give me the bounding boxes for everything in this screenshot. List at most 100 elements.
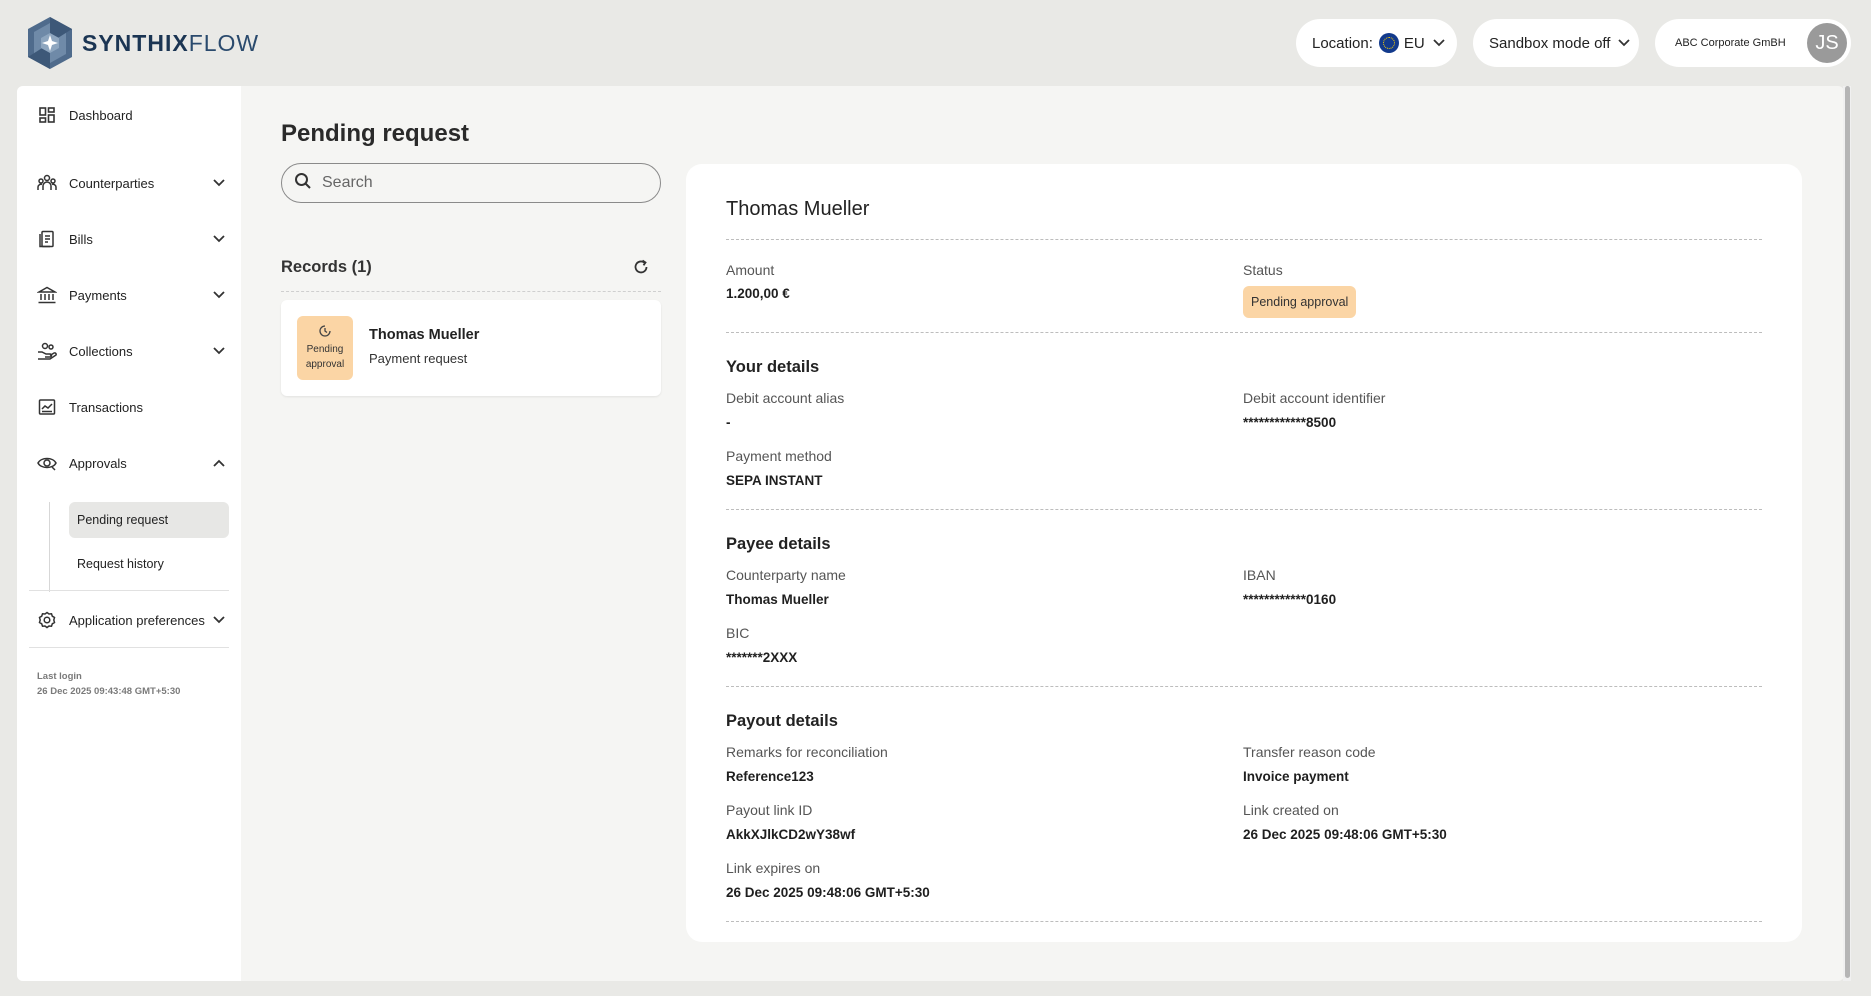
payment-method-label: Payment method xyxy=(726,448,832,464)
amount-label: Amount xyxy=(726,262,775,278)
chevron-down-icon xyxy=(213,175,225,190)
record-type: Payment request xyxy=(369,351,468,366)
divider xyxy=(726,332,1762,333)
remarks-label: Remarks for reconciliation xyxy=(726,744,888,760)
link-created-label: Link created on xyxy=(1243,802,1339,818)
sidebar-item-approvals[interactable]: Approvals xyxy=(29,443,229,483)
payee-details-title: Payee details xyxy=(726,535,831,553)
sidebar-subitem-pending-request[interactable]: Pending request xyxy=(69,502,229,538)
last-login: Last login 26 Dec 2025 09:43:48 GMT+5:30 xyxy=(37,669,180,699)
chevron-down-icon xyxy=(213,287,225,302)
remarks-value: Reference123 xyxy=(726,769,814,784)
counterparty-label: Counterparty name xyxy=(726,567,846,583)
main-shell: Dashboard Counterparties Bills Payments xyxy=(17,86,1844,981)
brand-name-bold: SYNTHIX xyxy=(82,29,189,56)
debit-alias-value: - xyxy=(726,415,731,430)
divider xyxy=(726,686,1762,687)
sandbox-mode-selector[interactable]: Sandbox mode off xyxy=(1473,19,1639,67)
location-value: EU xyxy=(1403,34,1425,52)
link-expires-label: Link expires on xyxy=(726,860,821,876)
records-divider xyxy=(281,291,661,292)
link-expires-value: 26 Dec 2025 09:48:06 GMT+5:30 xyxy=(726,885,930,900)
search-box[interactable] xyxy=(281,163,661,203)
counterparty-value: Thomas Mueller xyxy=(726,592,829,607)
sidebar-item-label: Counterparties xyxy=(69,175,155,191)
bill-icon xyxy=(37,229,57,249)
chevron-down-icon xyxy=(1433,39,1445,47)
scrollbar-thumb[interactable] xyxy=(1845,86,1850,978)
sidebar-item-transactions[interactable]: Transactions xyxy=(29,387,229,427)
sidebar-item-label: Collections xyxy=(69,343,133,359)
last-login-label: Last login xyxy=(37,671,82,682)
sidebar-item-counterparties[interactable]: Counterparties xyxy=(29,163,229,203)
debit-id-value: ************8500 xyxy=(1243,415,1337,430)
chevron-down-icon xyxy=(213,343,225,358)
last-login-value: 26 Dec 2025 09:43:48 GMT+5:30 xyxy=(37,686,181,697)
detail-panel: Thomas Mueller Amount 1.200,00 € Status … xyxy=(686,164,1802,942)
sidebar-item-collections[interactable]: Collections xyxy=(29,331,229,371)
record-name: Thomas Mueller xyxy=(369,327,480,343)
sidebar-item-bills[interactable]: Bills xyxy=(29,219,229,259)
divider xyxy=(726,509,1762,510)
reason-label: Transfer reason code xyxy=(1243,744,1376,760)
dashboard-icon xyxy=(37,105,57,125)
eu-flag-icon xyxy=(1378,33,1399,53)
sidebar-item-label: Transactions xyxy=(69,399,143,415)
status-badge: Pending approval xyxy=(297,316,353,380)
link-created-value: 26 Dec 2025 09:48:06 GMT+5:30 xyxy=(1243,827,1447,842)
status-line-1: Pending xyxy=(306,344,344,355)
iban-label: IBAN xyxy=(1243,567,1276,583)
your-details-title: Your details xyxy=(726,358,820,376)
eye-icon xyxy=(37,453,57,473)
payout-link-id-value: AkkXJlkCD2wY38wf xyxy=(726,827,856,842)
sidebar-item-application-preferences[interactable]: Application preferences xyxy=(29,600,229,640)
divider xyxy=(726,921,1762,922)
bic-value: *******2XXX xyxy=(726,650,798,665)
debit-alias-label: Debit account alias xyxy=(726,390,845,406)
sidebar-subitem-request-history[interactable]: Request history xyxy=(69,546,229,582)
sidebar-item-label: Bills xyxy=(69,231,93,247)
payment-method-value: SEPA INSTANT xyxy=(726,473,823,488)
brand-name-light: FLOW xyxy=(188,29,260,56)
brand-logo[interactable]: SYNTHIXFLOW xyxy=(24,14,259,72)
status-badge: Pending approval xyxy=(1243,286,1357,318)
sidebar-item-label: Payments xyxy=(69,287,127,303)
sidebar-item-payments[interactable]: Payments xyxy=(29,275,229,315)
list-item[interactable]: Pending approval Thomas Mueller Payment … xyxy=(281,300,661,396)
divider xyxy=(726,239,1762,240)
logo-icon xyxy=(28,17,72,69)
location-label: Location: xyxy=(1312,34,1373,52)
chevron-up-icon xyxy=(213,455,225,470)
records-title: Records (1) xyxy=(281,257,372,276)
page-title: Pending request xyxy=(281,120,470,147)
search-input[interactable] xyxy=(322,174,642,192)
sidebar-divider xyxy=(29,590,229,591)
sidebar-item-label: Approvals xyxy=(69,455,127,471)
sidebar: Dashboard Counterparties Bills Payments xyxy=(17,86,241,981)
people-icon xyxy=(37,173,57,193)
search-icon xyxy=(294,172,312,195)
user-menu[interactable]: ABC Corporate GmBH JS xyxy=(1655,19,1851,67)
amount-value: 1.200,00 € xyxy=(726,286,790,301)
payout-details-title: Payout details xyxy=(726,712,838,730)
chevron-down-icon xyxy=(1618,39,1631,47)
refresh-icon[interactable] xyxy=(633,259,649,275)
sidebar-item-dashboard[interactable]: Dashboard xyxy=(29,95,229,135)
company-name: ABC Corporate GmBH xyxy=(1675,37,1786,49)
bic-label: BIC xyxy=(726,625,750,641)
sidebar-item-label: Dashboard xyxy=(69,107,133,123)
debit-id-label: Debit account identifier xyxy=(1243,390,1386,406)
clock-icon xyxy=(318,324,332,338)
chevron-down-icon xyxy=(213,612,225,627)
payout-link-id-label: Payout link ID xyxy=(726,802,813,818)
location-selector[interactable]: Location: EU xyxy=(1296,19,1457,67)
records-header: Records (1) xyxy=(281,254,661,280)
avatar[interactable]: JS xyxy=(1807,23,1847,63)
hand-coins-icon xyxy=(37,341,57,361)
sidebar-item-label: Application preferences xyxy=(69,612,205,628)
detail-name: Thomas Mueller xyxy=(726,198,870,220)
submenu-guide-line xyxy=(49,502,50,592)
status-line-2: approval xyxy=(305,359,345,370)
top-bar: SYNTHIXFLOW Location: EU Sandbox mode of… xyxy=(0,0,1871,86)
status-label: Status xyxy=(1243,262,1283,278)
